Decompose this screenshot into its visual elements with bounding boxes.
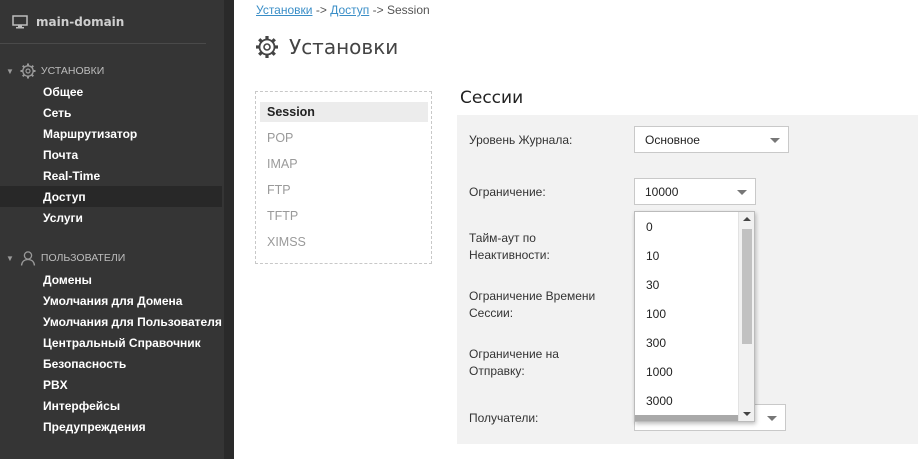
breadcrumb: Установки -> Доступ -> Session: [256, 3, 430, 17]
limit-label: Ограничение:: [469, 185, 546, 199]
section-users-header[interactable]: ▼ ПОЛЬЗОВАТЕЛИ: [6, 250, 125, 266]
section-settings-title: УСТАНОВКИ: [40, 65, 105, 77]
tabs-list: Session POP IMAP FTP TFTP XIMSS: [255, 91, 432, 264]
user-icon: [20, 251, 36, 266]
domain-name: main-domain: [36, 15, 125, 29]
sidebar: main-domain ▼ УСТАНОВКИ Общее Сеть Маршр…: [0, 0, 224, 459]
log-level-value: Основное: [645, 132, 700, 147]
breadcrumb-separator: ->: [315, 3, 327, 17]
sidebar-item-general[interactable]: Общее: [0, 81, 222, 102]
dropdown-option[interactable]: 300: [635, 328, 739, 357]
tab-ximss[interactable]: XIMSS: [260, 232, 428, 252]
send-limit-label-line1: Ограничение на: [469, 347, 559, 361]
tab-imap[interactable]: IMAP: [260, 154, 428, 174]
breadcrumb-access-link[interactable]: Доступ: [330, 3, 369, 17]
chevron-down-icon: [770, 138, 780, 143]
chevron-down-icon: [737, 190, 747, 195]
log-level-label: Уровень Журнала:: [469, 133, 573, 147]
page-title-text: Установки: [289, 35, 399, 59]
send-limit-label: Ограничение на Отправку:: [469, 346, 559, 380]
tab-tftp[interactable]: TFTP: [260, 206, 428, 226]
sidebar-item-access[interactable]: Доступ: [0, 186, 222, 207]
session-time-limit-label-line2: Сессии:: [469, 306, 514, 320]
domain-header[interactable]: main-domain: [12, 12, 124, 32]
inactivity-timeout-label-line1: Тайм-аут по: [469, 231, 536, 245]
section-settings-header[interactable]: ▼ УСТАНОВКИ: [6, 63, 104, 79]
sidebar-item-pbx[interactable]: PBX: [0, 374, 222, 395]
sidebar-item-directory[interactable]: Центральный Справочник: [0, 332, 222, 353]
session-time-limit-label-line1: Ограничение Времени: [469, 289, 596, 303]
caret-down-icon: ▼: [6, 66, 14, 76]
inactivity-timeout-label-line2: Неактивности:: [469, 248, 550, 262]
sidebar-item-mail[interactable]: Почта: [0, 144, 222, 165]
log-level-select[interactable]: Основное: [634, 126, 789, 153]
section-title: Сессии: [460, 88, 524, 108]
dropdown-option[interactable]: 100: [635, 299, 739, 328]
sidebar-item-domain-defaults[interactable]: Умолчания для Домена: [0, 290, 222, 311]
tab-session[interactable]: Session: [260, 102, 428, 122]
dropdown-option[interactable]: 3000: [635, 386, 739, 415]
sidebar-item-router[interactable]: Маршрутизатор: [0, 123, 222, 144]
breadcrumb-current: Session: [386, 3, 430, 17]
dropdown-option[interactable]: 1000: [635, 357, 739, 386]
dropdown-option[interactable]: 30: [635, 270, 739, 299]
scrollbar-thumb[interactable]: [742, 229, 752, 344]
sidebar-item-security[interactable]: Безопасность: [0, 353, 222, 374]
dropdown-option[interactable]: 0: [635, 212, 739, 241]
sidebar-item-network[interactable]: Сеть: [0, 102, 222, 123]
sidebar-item-alerts[interactable]: Предупреждения: [0, 416, 222, 437]
monitor-icon: [12, 15, 28, 29]
inactivity-timeout-label: Тайм-аут по Неактивности:: [469, 230, 550, 264]
chevron-down-icon: [767, 416, 777, 421]
section-users-title: ПОЛЬЗОВАТЕЛИ: [40, 252, 126, 264]
sidebar-item-interfaces[interactable]: Интерфейсы: [0, 395, 222, 416]
gear-icon: [256, 36, 278, 58]
send-limit-label-line2: Отправку:: [469, 364, 525, 378]
sidebar-item-services[interactable]: Услуги: [0, 207, 222, 228]
page-title: Установки: [255, 33, 398, 61]
sidebar-item-domains[interactable]: Домены: [0, 269, 222, 290]
sidebar-item-user-defaults[interactable]: Умолчания для Пользователя: [0, 311, 222, 332]
breadcrumb-separator: ->: [372, 3, 384, 17]
sidebar-edge: [224, 0, 234, 459]
caret-down-icon: ▼: [6, 253, 14, 263]
sidebar-divider: [0, 43, 206, 44]
limit-dropdown-list[interactable]: 0 10 30 100 300 1000 3000: [634, 211, 755, 422]
sidebar-item-realtime[interactable]: Real-Time: [0, 165, 222, 186]
scroll-up-icon[interactable]: [743, 217, 751, 221]
recipients-label: Получатели:: [469, 411, 539, 425]
dropdown-option[interactable]: 10: [635, 241, 739, 270]
dropdown-next-option-edge: [635, 415, 739, 421]
dropdown-scrollbar[interactable]: [738, 212, 754, 421]
scroll-down-icon[interactable]: [743, 412, 751, 416]
limit-value: 10000: [645, 184, 679, 199]
gear-icon: [20, 63, 36, 79]
breadcrumb-settings-link[interactable]: Установки: [256, 3, 312, 17]
tab-pop[interactable]: POP: [260, 128, 428, 148]
tab-ftp[interactable]: FTP: [260, 180, 428, 200]
limit-select[interactable]: 10000: [634, 178, 756, 205]
session-time-limit-label: Ограничение Времени Сессии:: [469, 288, 595, 322]
